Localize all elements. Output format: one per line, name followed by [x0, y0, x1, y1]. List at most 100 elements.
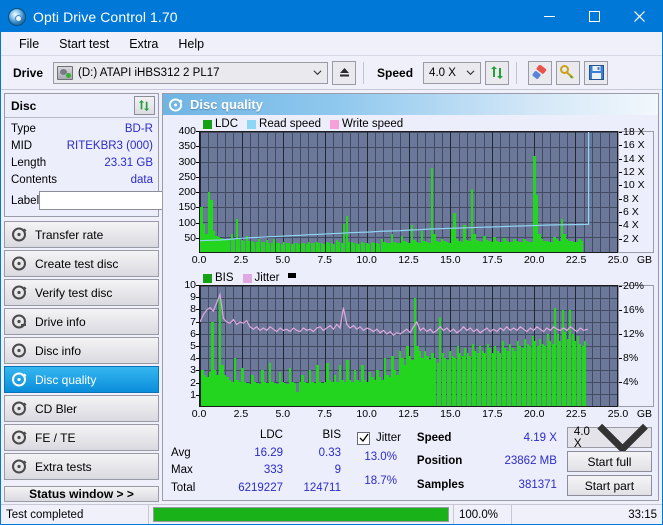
key-icon — [560, 65, 574, 79]
ldc-plot-area — [199, 131, 618, 253]
sidebar-item-fe-te[interactable]: FE / TE — [4, 424, 159, 451]
y2-tick-label: 18 X — [619, 126, 645, 138]
disc-row-value: data — [130, 174, 153, 186]
sidebar-item-label: Extra tests — [35, 459, 92, 474]
speed-label: Speed — [377, 65, 414, 80]
menu-help[interactable]: Help — [169, 34, 213, 54]
y2-tick-label: 8% — [618, 352, 639, 364]
legend-swatch — [242, 273, 252, 283]
status-bar: Test completed 100.0% 33:15 — [1, 504, 662, 524]
sidebar-item-label: Verify test disc — [35, 285, 113, 300]
y-tick-label: 50 — [184, 231, 199, 244]
x-tick-label: 7.5 — [317, 408, 332, 420]
key-button[interactable] — [556, 60, 581, 85]
speed-select[interactable]: 4.0 X — [423, 61, 482, 84]
data-line-jitter — [200, 292, 588, 337]
sidebar-item-disc-info[interactable]: Disc info — [4, 337, 159, 364]
menu-file[interactable]: File — [10, 34, 48, 54]
y-tick-label: 100 — [178, 216, 199, 229]
main-body: Disc Type BD-R MID RITEKBR3 (000) Length… — [1, 90, 662, 504]
maximize-icon[interactable] — [572, 1, 617, 32]
legend-label: Read speed — [259, 118, 322, 130]
legend-swatch — [247, 119, 257, 129]
sidebar-item-label: Create test disc — [35, 256, 119, 271]
disc-row-key: Contents — [11, 174, 58, 186]
bis-chart: 1 2 3 4 5 6 7 8 9 10 4% 8% 12% 16% 20% — [165, 279, 654, 407]
start-part-button[interactable]: Start part — [566, 475, 652, 496]
start-full-button[interactable]: Start full — [566, 451, 652, 472]
ldc-legend: LDC Read speed Write speed — [165, 117, 654, 131]
eject-icon — [339, 68, 349, 77]
y2-tick-label: 8 X — [619, 192, 639, 205]
close-icon[interactable] — [617, 1, 662, 32]
drive-select-value: (D:) ATAPI iHBS312 2 PL17 — [78, 66, 220, 79]
erase-button[interactable] — [528, 60, 553, 85]
y-tick-label: 6 — [190, 327, 199, 340]
legend-item-write-speed: Write speed — [330, 118, 403, 130]
stats-header-ldc: LDC — [259, 428, 283, 441]
sidebar-item-verify-test-disc[interactable]: Verify test disc — [4, 279, 159, 306]
refresh-icon — [138, 99, 150, 111]
legend-label: Jitter — [254, 272, 280, 284]
disc-row-type: Type BD-R — [11, 121, 153, 137]
disc-label-key: Label — [11, 194, 40, 207]
progress-cell — [149, 505, 454, 524]
y-tick-label: 400 — [178, 125, 199, 137]
test-speed-select[interactable]: 4.0 X — [566, 423, 652, 454]
jitter-toggle[interactable]: Jitter — [357, 427, 401, 449]
toolbar-separator-1 — [363, 61, 365, 84]
sidebar-item-disc-quality[interactable]: Disc quality — [4, 366, 159, 393]
legend-swatch — [203, 273, 212, 283]
speed-stats: Speed 4.19 X Position 23862 MB Samples 3… — [417, 427, 557, 496]
refresh-button[interactable] — [485, 60, 510, 85]
cd-bler-icon — [12, 401, 27, 416]
x-tick-label: 5.0 — [275, 254, 291, 266]
legend-item-read-speed: Read speed — [247, 118, 321, 130]
stats-row-label: Total — [171, 482, 196, 495]
sidebar-item-cd-bler[interactable]: CD Bler — [4, 395, 159, 422]
legend-swatch — [330, 119, 340, 129]
sidebar-item-extra-tests[interactable]: Extra tests — [4, 453, 159, 480]
status-window-button[interactable]: Status window > > — [4, 486, 159, 502]
x-tick-label: 0.0 — [191, 408, 207, 420]
menu-start-test[interactable]: Start test — [50, 34, 118, 54]
toolbar-separator-2 — [516, 61, 518, 84]
x-tick-label: 12.5 — [398, 408, 419, 420]
legend-label: BIS — [215, 272, 234, 284]
disc-row-key: Length — [11, 157, 47, 169]
page-title: Disc quality — [190, 97, 263, 112]
menu-extra[interactable]: Extra — [120, 34, 167, 54]
legend-item-bis: BIS — [203, 272, 234, 284]
x-tick-label: 15.0 — [440, 254, 461, 266]
save-button[interactable] — [584, 60, 609, 85]
stats-total-ldc: 6219227 — [238, 482, 283, 495]
sidebar-item-create-test-disc[interactable]: Create test disc — [4, 250, 159, 277]
stats-avg-bis: 0.33 — [318, 446, 341, 459]
jitter-stats: Jitter 13.0% 18.7% — [357, 427, 401, 496]
minimize-icon[interactable] — [527, 1, 572, 32]
disc-panel-header: Disc — [5, 94, 158, 118]
x-tick-label: 0.0 — [191, 254, 207, 266]
y-tick-label: 8 — [190, 303, 199, 316]
disc-refresh-button[interactable] — [134, 96, 155, 115]
sidebar-item-transfer-rate[interactable]: Transfer rate — [4, 221, 159, 248]
test-actions: 4.0 X Start full Start part — [566, 423, 652, 496]
x-tick-label: 25.0 — [607, 408, 629, 420]
jitter-max: 18.7% — [364, 474, 397, 487]
extra-tests-icon — [12, 459, 27, 474]
ldc-chart-container: LDC Read speed Write speed 50 100 150 200 25… — [163, 115, 658, 269]
x-tick-label: 20.0 — [523, 408, 545, 420]
sidebar-item-drive-info[interactable]: Drive info — [4, 308, 159, 335]
x-tick-label: 7.5 — [317, 254, 332, 266]
y-tick-label: 9 — [190, 291, 199, 304]
jitter-checkbox[interactable] — [357, 431, 370, 445]
stats-header-bis: BIS — [322, 428, 341, 441]
y2-tick-label: 6 X — [619, 205, 639, 218]
drive-select[interactable]: (D:) ATAPI iHBS312 2 PL17 — [53, 61, 329, 84]
y-tick-label: 150 — [178, 201, 199, 214]
eject-button[interactable] — [332, 60, 357, 85]
samples-value: 381371 — [518, 479, 557, 492]
disc-row-key: MID — [11, 140, 33, 152]
x-tick-label: 15.0 — [440, 408, 461, 420]
y2-tick-label: 16 X — [619, 139, 645, 152]
